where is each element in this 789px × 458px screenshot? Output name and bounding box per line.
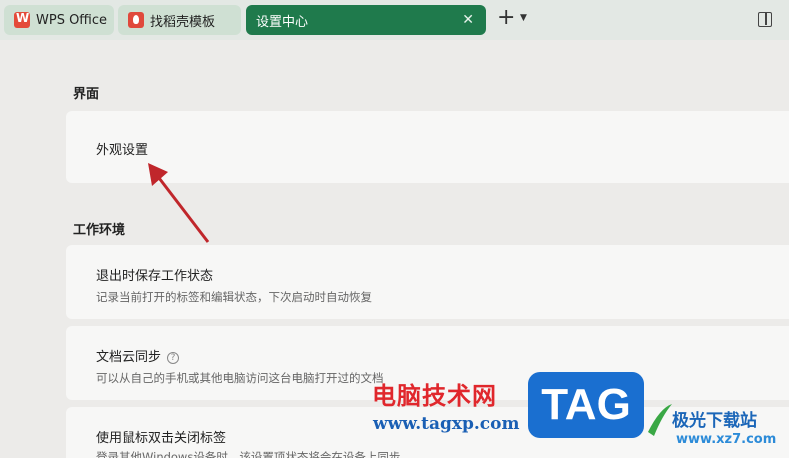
setting-title: 文档云同步 xyxy=(96,350,162,365)
setting-title-row: 文档云同步? xyxy=(96,346,180,365)
wps-logo-icon xyxy=(14,11,30,28)
docer-logo-icon xyxy=(128,12,144,28)
chevron-down-icon[interactable]: ▼ xyxy=(520,13,527,23)
setting-desc: 可以从自己的手机或其他电脑访问这台电脑打开过的文档 xyxy=(96,371,384,385)
section-title-work-env: 工作环境 xyxy=(73,223,126,238)
watermark-swoosh-icon xyxy=(648,404,672,436)
setting-title: 外观设置 xyxy=(96,143,149,158)
close-icon[interactable]: ✕ xyxy=(462,12,474,28)
tab-settings[interactable]: 设置中心 ✕ xyxy=(246,5,486,35)
tab-label: 设置中心 xyxy=(256,14,309,30)
tab-label: WPS Office xyxy=(36,12,108,28)
sidebar-toggle-icon[interactable] xyxy=(758,12,772,27)
watermark-text: 电脑技术网 xyxy=(372,382,497,410)
tab-template[interactable]: 找稻壳模板 xyxy=(118,5,241,35)
watermark-site-url: www.xz7.com xyxy=(676,432,777,447)
setting-title: 退出时保存工作状态 xyxy=(96,269,214,284)
setting-save-state[interactable]: 退出时保存工作状态 记录当前打开的标签和编辑状态，下次启动时自动恢复 xyxy=(66,245,789,319)
setting-title: 使用鼠标双击关闭标签 xyxy=(96,431,227,446)
section-title-interface: 界面 xyxy=(73,87,100,102)
new-tab-plus-icon[interactable]: + xyxy=(497,7,515,29)
watermark-tag-logo: TAG xyxy=(528,372,644,438)
tab-bar: WPS Office 找稻壳模板 设置中心 ✕ + ▼ xyxy=(0,0,789,40)
tab-wps-office[interactable]: WPS Office xyxy=(4,5,114,35)
setting-desc: 登录其他Windows设备时，该设置项状态将会在设备上同步 xyxy=(96,450,401,458)
help-icon[interactable]: ? xyxy=(167,352,180,364)
annotation-arrow xyxy=(148,163,210,243)
watermark-site: 极光下载站 xyxy=(672,411,757,431)
tab-label: 找稻壳模板 xyxy=(150,14,216,30)
setting-desc: 记录当前打开的标签和编辑状态，下次启动时自动恢复 xyxy=(96,290,372,304)
watermark-url: www.tagxp.com xyxy=(373,414,520,434)
